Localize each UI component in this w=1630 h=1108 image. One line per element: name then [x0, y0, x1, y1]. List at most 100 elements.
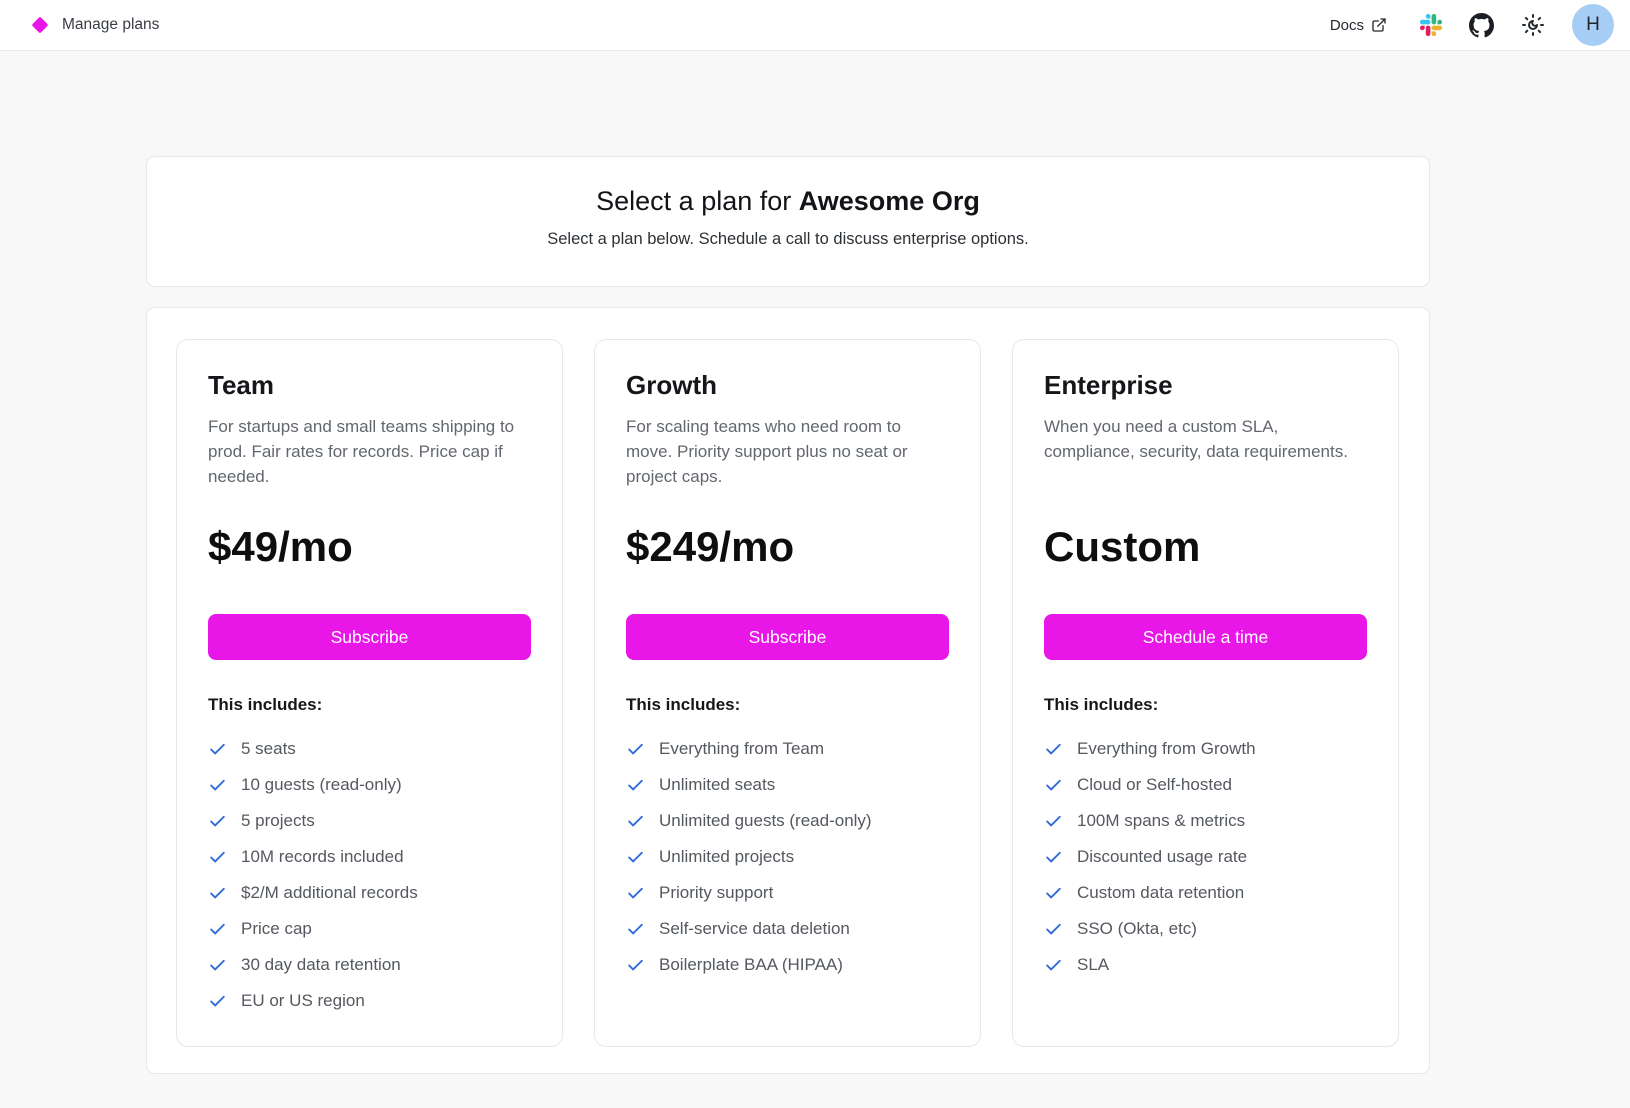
feature-label: Discounted usage rate [1077, 846, 1247, 868]
check-icon [1044, 740, 1063, 759]
feature-item: Boilerplate BAA (HIPAA) [626, 954, 949, 976]
check-icon [1044, 776, 1063, 795]
plan-name: Growth [626, 370, 949, 400]
feature-label: 10M records included [241, 846, 404, 868]
plan-cta-button[interactable]: Schedule a time [1044, 614, 1367, 660]
docs-link-label: Docs [1330, 17, 1364, 34]
plan-price: $49/mo [208, 517, 531, 577]
check-icon [208, 992, 227, 1011]
org-name: Awesome Org [799, 186, 980, 216]
feature-item: Custom data retention [1044, 882, 1367, 904]
check-icon [626, 776, 645, 795]
includes-label: This includes: [1044, 694, 1367, 716]
feature-item: Self-service data deletion [626, 918, 949, 940]
feature-label: EU or US region [241, 990, 365, 1012]
feature-item: Unlimited seats [626, 774, 949, 796]
includes-label: This includes: [208, 694, 531, 716]
feature-item: Unlimited guests (read-only) [626, 810, 949, 832]
feature-item: Discounted usage rate [1044, 846, 1367, 868]
check-icon [1044, 956, 1063, 975]
feature-label: Boilerplate BAA (HIPAA) [659, 954, 843, 976]
feature-item: 100M spans & metrics [1044, 810, 1367, 832]
feature-item: SSO (Okta, etc) [1044, 918, 1367, 940]
feature-label: Price cap [241, 918, 312, 940]
plan-card: Team For startups and small teams shippi… [176, 339, 563, 1047]
includes-label: This includes: [626, 694, 949, 716]
check-icon [1044, 920, 1063, 939]
feature-item: Unlimited projects [626, 846, 949, 868]
plan-name: Enterprise [1044, 370, 1367, 400]
check-icon [1044, 848, 1063, 867]
theme-toggle-button[interactable] [1521, 13, 1545, 37]
feature-label: Everything from Team [659, 738, 824, 760]
check-icon [208, 920, 227, 939]
feature-label: Unlimited guests (read-only) [659, 810, 872, 832]
plan-description: For scaling teams who need room to move.… [626, 414, 949, 489]
feature-item: Price cap [208, 918, 531, 940]
check-icon [208, 884, 227, 903]
feature-item: Cloud or Self-hosted [1044, 774, 1367, 796]
feature-item: $2/M additional records [208, 882, 531, 904]
feature-item: 5 seats [208, 738, 531, 760]
feature-item: SLA [1044, 954, 1367, 976]
check-icon [626, 920, 645, 939]
docs-link[interactable]: Docs [1330, 17, 1387, 34]
page-title: Manage plans [62, 16, 159, 34]
feature-label: 10 guests (read-only) [241, 774, 402, 796]
feature-item: Everything from Team [626, 738, 949, 760]
github-button[interactable] [1469, 13, 1494, 38]
feature-label: 5 projects [241, 810, 315, 832]
feature-label: 100M spans & metrics [1077, 810, 1245, 832]
check-icon [626, 812, 645, 831]
external-link-icon [1371, 17, 1387, 33]
plan-name: Team [208, 370, 531, 400]
feature-list: Everything from Team Unlimited seats Unl… [626, 738, 949, 976]
navbar-right: Docs [1330, 4, 1614, 46]
check-icon [626, 884, 645, 903]
diamond-logo-icon [32, 17, 49, 34]
plan-card: Enterprise When you need a custom SLA, c… [1012, 339, 1399, 1047]
feature-label: Unlimited projects [659, 846, 794, 868]
feature-label: Priority support [659, 882, 773, 904]
check-icon [208, 848, 227, 867]
check-icon [626, 956, 645, 975]
feature-item: Priority support [626, 882, 949, 904]
feature-list: 5 seats 10 guests (read-only) 5 projects… [208, 738, 531, 1012]
plan-cta-button[interactable]: Subscribe [208, 614, 531, 660]
plans-row: Team For startups and small teams shippi… [146, 307, 1430, 1074]
top-navbar: Manage plans Docs [0, 0, 1630, 51]
feature-item: 10M records included [208, 846, 531, 868]
check-icon [626, 848, 645, 867]
plan-cta-button[interactable]: Subscribe [626, 614, 949, 660]
check-icon [208, 740, 227, 759]
select-plan-title-prefix: Select a plan for [596, 186, 799, 216]
user-avatar[interactable]: H [1572, 4, 1614, 46]
feature-label: Custom data retention [1077, 882, 1244, 904]
check-icon [208, 776, 227, 795]
feature-label: SSO (Okta, etc) [1077, 918, 1197, 940]
check-icon [1044, 812, 1063, 831]
select-plan-title: Select a plan for Awesome Org [167, 183, 1409, 219]
navbar-left: Manage plans [28, 16, 159, 34]
plan-price: Custom [1044, 517, 1367, 577]
slack-button[interactable] [1420, 14, 1442, 36]
feature-label: $2/M additional records [241, 882, 418, 904]
plan-card: Growth For scaling teams who need room t… [594, 339, 981, 1047]
feature-label: Everything from Growth [1077, 738, 1256, 760]
check-icon [208, 812, 227, 831]
feature-label: 30 day data retention [241, 954, 401, 976]
main-content: Select a plan for Awesome Org Select a p… [146, 156, 1430, 1074]
plan-description: When you need a custom SLA, compliance, … [1044, 414, 1367, 489]
feature-label: SLA [1077, 954, 1109, 976]
github-icon [1469, 13, 1494, 38]
feature-item: 10 guests (read-only) [208, 774, 531, 796]
select-plan-header-card: Select a plan for Awesome Org Select a p… [146, 156, 1430, 287]
feature-list: Everything from Growth Cloud or Self-hos… [1044, 738, 1367, 976]
feature-label: Unlimited seats [659, 774, 775, 796]
sun-moon-icon [1521, 13, 1545, 37]
check-icon [1044, 884, 1063, 903]
feature-label: Cloud or Self-hosted [1077, 774, 1232, 796]
feature-item: EU or US region [208, 990, 531, 1012]
slack-icon [1420, 14, 1442, 36]
feature-label: Self-service data deletion [659, 918, 850, 940]
